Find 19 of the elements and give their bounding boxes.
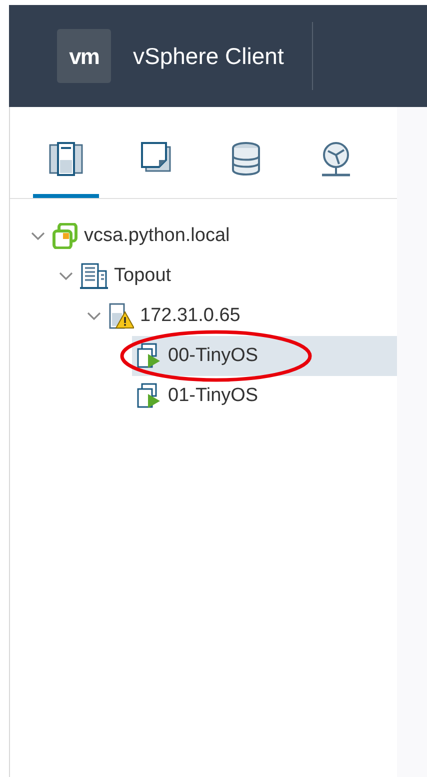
tree-item-label: Topout (114, 264, 172, 288)
building-icon (80, 263, 108, 289)
tree-item-label: 172.31.0.65 (140, 304, 240, 328)
vms-icon (141, 142, 171, 172)
app-title: vSphere Client (133, 42, 284, 71)
tree-item[interactable]: Topout (58, 256, 397, 296)
tree-item[interactable]: 01-TinyOS (132, 376, 397, 416)
tree-item[interactable]: 00-TinyOS (132, 336, 397, 376)
navigator-tab[interactable] (33, 142, 99, 198)
tree-item-label: 01-TinyOS (168, 384, 258, 408)
vcenter-icon (52, 223, 78, 249)
tree-item[interactable]: 172.31.0.65 (86, 296, 397, 336)
database-icon (231, 142, 261, 176)
network-globe-icon (320, 142, 352, 178)
tree-item-label: 00-TinyOS (168, 344, 258, 368)
vm-logo: vm (57, 29, 111, 83)
tree-item-label: vcsa.python.local (84, 224, 230, 248)
tree-item[interactable]: vcsa.python.local (30, 216, 397, 256)
hosts-icon (49, 142, 83, 176)
